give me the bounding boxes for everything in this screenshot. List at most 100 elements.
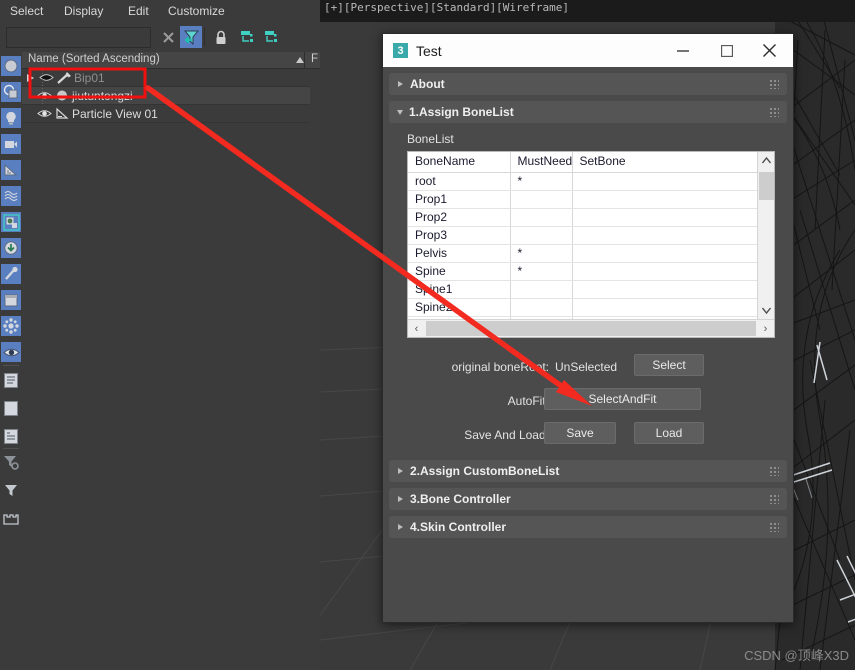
bonelist-grid-viewport[interactable]: BoneName MustNeed SetBone root * Prop1 Prop… [408, 152, 757, 319]
cell-setbone[interactable] [572, 262, 757, 281]
table-row[interactable]: Prop1 [408, 190, 757, 209]
cell-bonename[interactable]: Pelvis [408, 244, 511, 263]
column-mustneed[interactable]: MustNeed [510, 152, 573, 173]
expand-arrow-icon[interactable] [22, 73, 38, 82]
tree-row-jiutuntongzi[interactable]: jiutuntongzi [22, 87, 310, 105]
menu-edit[interactable]: Edit [128, 4, 149, 18]
cell-bonename[interactable]: Spine [408, 262, 511, 281]
maximize-button[interactable] [705, 34, 749, 67]
display-lights-icon[interactable] [1, 108, 21, 128]
grid-vertical-scrollbar[interactable] [757, 152, 774, 319]
detail-view-icon[interactable] [1, 426, 21, 446]
save-button[interactable]: Save [544, 422, 616, 444]
table-row[interactable]: Spine1 [408, 280, 757, 299]
list-view-icon[interactable] [1, 370, 21, 390]
hide-toggle-icon[interactable] [38, 72, 55, 83]
cell-mustneed[interactable] [510, 208, 573, 227]
select-button[interactable]: Select [634, 354, 704, 376]
display-bones-icon[interactable] [1, 264, 21, 284]
display-helpers-icon[interactable] [1, 160, 21, 180]
cell-mustneed[interactable] [510, 190, 573, 209]
column-setbone[interactable]: SetBone [572, 152, 757, 173]
selectandfit-button[interactable]: SelectAndFit [544, 388, 701, 410]
cell-bonename[interactable]: Prop1 [408, 190, 511, 209]
table-row[interactable]: Pelvis * [408, 244, 757, 263]
scroll-right-icon[interactable]: › [757, 323, 774, 335]
grip-dots-icon[interactable] [769, 466, 779, 476]
display-spacewarps-icon[interactable] [1, 186, 21, 206]
hide-toggle-icon[interactable] [36, 90, 53, 101]
cell-mustneed[interactable] [510, 226, 573, 245]
filter-settings-icon[interactable] [1, 452, 21, 472]
grip-dots-icon[interactable] [769, 494, 779, 504]
cell-setbone[interactable] [572, 280, 757, 299]
cell-mustneed[interactable] [510, 280, 573, 299]
display-containers-icon[interactable] [1, 290, 21, 310]
filter-icon[interactable] [1, 480, 21, 500]
toolbox-icon[interactable] [1, 508, 21, 528]
cell-bonename[interactable]: Prop3 [408, 226, 511, 245]
expand-all-icon[interactable] [236, 26, 258, 48]
table-row[interactable]: Spine * [408, 262, 757, 281]
panel-view-icon[interactable] [1, 398, 21, 418]
table-row[interactable]: Prop3 [408, 226, 757, 245]
bonelist-grid[interactable]: BoneName MustNeed SetBone root * Prop1 Prop… [407, 151, 775, 338]
rollout-assign-custombonelist[interactable]: 2.Assign CustomBoneList [389, 460, 787, 482]
grip-dots-icon[interactable] [769, 107, 779, 117]
scroll-up-icon[interactable] [758, 152, 774, 169]
vertical-scroll-thumb[interactable] [759, 172, 774, 200]
display-geometry-icon[interactable] [1, 56, 21, 76]
column-bonename[interactable]: BoneName [408, 152, 511, 173]
load-button[interactable]: Load [634, 422, 704, 444]
display-particles-icon[interactable] [1, 316, 21, 336]
cell-setbone[interactable] [572, 244, 757, 263]
cell-setbone[interactable] [572, 298, 757, 317]
display-visible-icon[interactable] [1, 342, 21, 362]
filter-selection-icon[interactable] [180, 26, 202, 48]
minimize-button[interactable] [661, 34, 705, 67]
scroll-down-icon[interactable] [758, 302, 775, 319]
rollout-assign-bonelist[interactable]: 1.Assign BoneList [389, 101, 787, 123]
cell-mustneed[interactable]: * [510, 244, 573, 263]
search-input[interactable] [6, 27, 151, 48]
grip-dots-icon[interactable] [769, 79, 779, 89]
display-xrefs-icon[interactable] [1, 238, 21, 258]
tree-row-particle-view-01[interactable]: Particle View 01 [22, 105, 310, 123]
horizontal-scroll-thumb[interactable] [426, 321, 756, 336]
tree-header[interactable]: Name (Sorted Ascending) F [22, 52, 320, 69]
lock-icon[interactable] [210, 26, 232, 48]
dialog-title-bar[interactable]: 3 Test [383, 34, 793, 67]
display-shapes-icon[interactable] [1, 82, 21, 102]
clear-search-icon[interactable] [157, 26, 179, 48]
cell-setbone[interactable] [572, 208, 757, 227]
menu-select[interactable]: Select [10, 4, 43, 18]
table-row[interactable]: Prop2 [408, 208, 757, 227]
hide-toggle-icon[interactable] [36, 108, 53, 119]
cell-mustneed[interactable]: * [510, 172, 573, 191]
rollout-bone-controller[interactable]: 3.Bone Controller [389, 488, 787, 510]
table-row[interactable]: root * [408, 172, 757, 191]
menu-display[interactable]: Display [64, 4, 103, 18]
cell-setbone[interactable] [572, 172, 757, 191]
scroll-left-icon[interactable]: ‹ [408, 323, 425, 335]
cell-bonename[interactable]: Prop2 [408, 208, 511, 227]
grid-horizontal-scrollbar[interactable]: ‹ › [408, 319, 774, 337]
cell-mustneed[interactable] [510, 298, 573, 317]
cell-bonename[interactable]: Spine2 [408, 298, 511, 317]
cell-bonename[interactable]: Spine1 [408, 280, 511, 299]
cell-mustneed[interactable]: * [510, 262, 573, 281]
cell-setbone[interactable] [572, 190, 757, 209]
rollout-skin-controller[interactable]: 4.Skin Controller [389, 516, 787, 538]
display-cameras-icon[interactable] [1, 134, 21, 154]
close-button[interactable] [747, 34, 791, 67]
menu-customize[interactable]: Customize [168, 4, 225, 18]
tree-row-bip01[interactable]: Bip01 [22, 69, 310, 87]
sort-ascending-icon[interactable] [296, 57, 304, 63]
viewport-label[interactable]: [+][Perspective][Standard][Wireframe] [324, 1, 569, 14]
collapse-all-icon[interactable] [260, 26, 282, 48]
rollout-about[interactable]: About [389, 73, 787, 95]
table-row[interactable]: Spine2 [408, 298, 757, 317]
display-groups-icon[interactable] [1, 212, 21, 232]
cell-setbone[interactable] [572, 226, 757, 245]
grip-dots-icon[interactable] [769, 522, 779, 532]
